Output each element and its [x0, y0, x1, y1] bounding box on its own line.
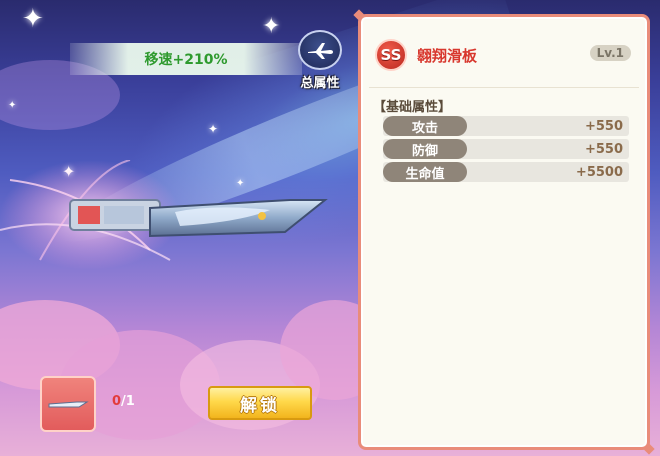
divider — [369, 87, 639, 88]
total-attributes-button[interactable]: 总属性 — [296, 30, 344, 92]
skateboard-thumbnail-icon — [48, 401, 89, 408]
item-count-have: 0 — [112, 394, 122, 409]
sparkle-icon: ✦ — [8, 100, 17, 111]
material-item-slot[interactable] — [40, 376, 96, 432]
base-attributes-title: 【基础属性】 — [373, 100, 452, 115]
skateboard-weapon-image — [0, 160, 328, 270]
item-header: SS 翱翔滑板 — [375, 39, 477, 71]
rarity-badge: SS — [375, 39, 407, 71]
level-badge: Lv.1 — [589, 45, 631, 61]
sparkle-icon: ✦ — [262, 14, 281, 39]
item-count-need: /1 — [121, 394, 135, 409]
item-count: 0/1 — [112, 394, 135, 409]
attribute-row-defense: 防御 +550 — [383, 139, 629, 159]
attribute-value: +550 — [584, 118, 623, 134]
unlock-button[interactable]: 解锁 — [208, 386, 312, 420]
airplane-icon — [298, 30, 342, 70]
speed-stat-banner: 移速+210% — [70, 43, 302, 75]
attribute-value: +550 — [584, 141, 623, 157]
attribute-row-attack: 攻击 +550 — [383, 116, 629, 136]
item-info-panel: SS 翱翔滑板 Lv.1 【基础属性】 攻击 +550 防御 +550 生命值 … — [358, 14, 650, 450]
speed-stat-text: 移速+210% — [144, 52, 228, 68]
sparkle-icon: ✦ — [208, 122, 219, 136]
sparkle-icon: ✦ — [22, 4, 44, 34]
attribute-value: +5500 — [575, 164, 623, 180]
total-attributes-label: 总属性 — [300, 76, 340, 91]
attribute-name: 防御 — [383, 139, 467, 159]
attribute-name: 生命值 — [383, 162, 467, 182]
item-name: 翱翔滑板 — [417, 46, 478, 65]
attribute-name: 攻击 — [383, 116, 467, 136]
attribute-row-hp: 生命值 +5500 — [383, 162, 629, 182]
